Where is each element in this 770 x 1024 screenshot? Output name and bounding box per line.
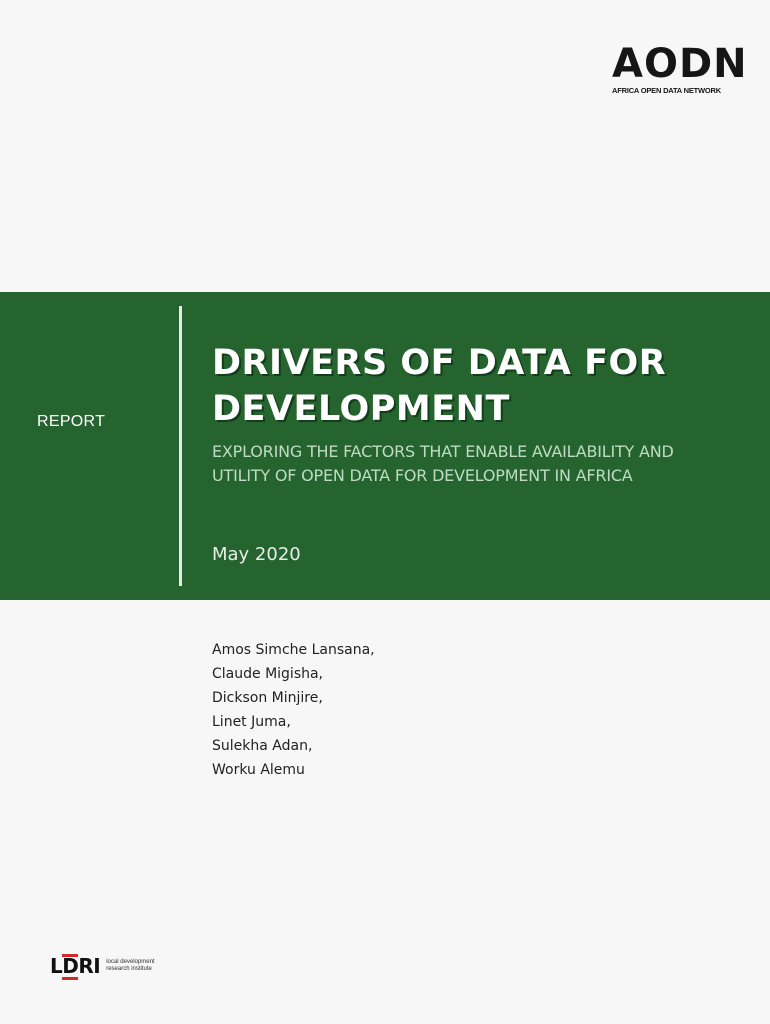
report-title: DRIVERS OF DATA FOR DEVELOPMENT bbox=[212, 343, 667, 429]
ldri-mark-d: D bbox=[62, 954, 79, 978]
ldri-logo: LDRI local development research institut… bbox=[50, 954, 164, 978]
ldri-mark-l: L bbox=[50, 954, 63, 978]
author-name: Amos Simche Lansana, bbox=[212, 642, 375, 658]
aodn-logo-tagline: AFRICA OPEN DATA NETWORK bbox=[612, 86, 721, 95]
aodn-logo-wordmark: AODN bbox=[612, 41, 748, 87]
author-name: Claude Migisha, bbox=[212, 666, 324, 682]
author-name: Dickson Minjire, bbox=[212, 690, 323, 706]
report-label: REPORT bbox=[37, 413, 106, 430]
ldri-logo-mark: LDRI bbox=[50, 954, 101, 978]
author-name: Sulekha Adan, bbox=[212, 738, 313, 754]
ldri-mark-ri: RI bbox=[78, 954, 101, 978]
author-name: Worku Alemu bbox=[212, 762, 305, 778]
vertical-divider bbox=[179, 306, 182, 586]
report-subtitle: EXPLORING THE FACTORS THAT ENABLE AVAILA… bbox=[212, 442, 674, 485]
aodn-logo: AODN AFRICA OPEN DATA NETWORK bbox=[612, 41, 748, 95]
report-date: May 2020 bbox=[212, 544, 301, 565]
author-list: Amos Simche Lansana, Claude Migisha, Dic… bbox=[212, 638, 375, 782]
author-name: Linet Juma, bbox=[212, 714, 291, 730]
ldri-logo-text: local development research institute bbox=[106, 959, 155, 972]
